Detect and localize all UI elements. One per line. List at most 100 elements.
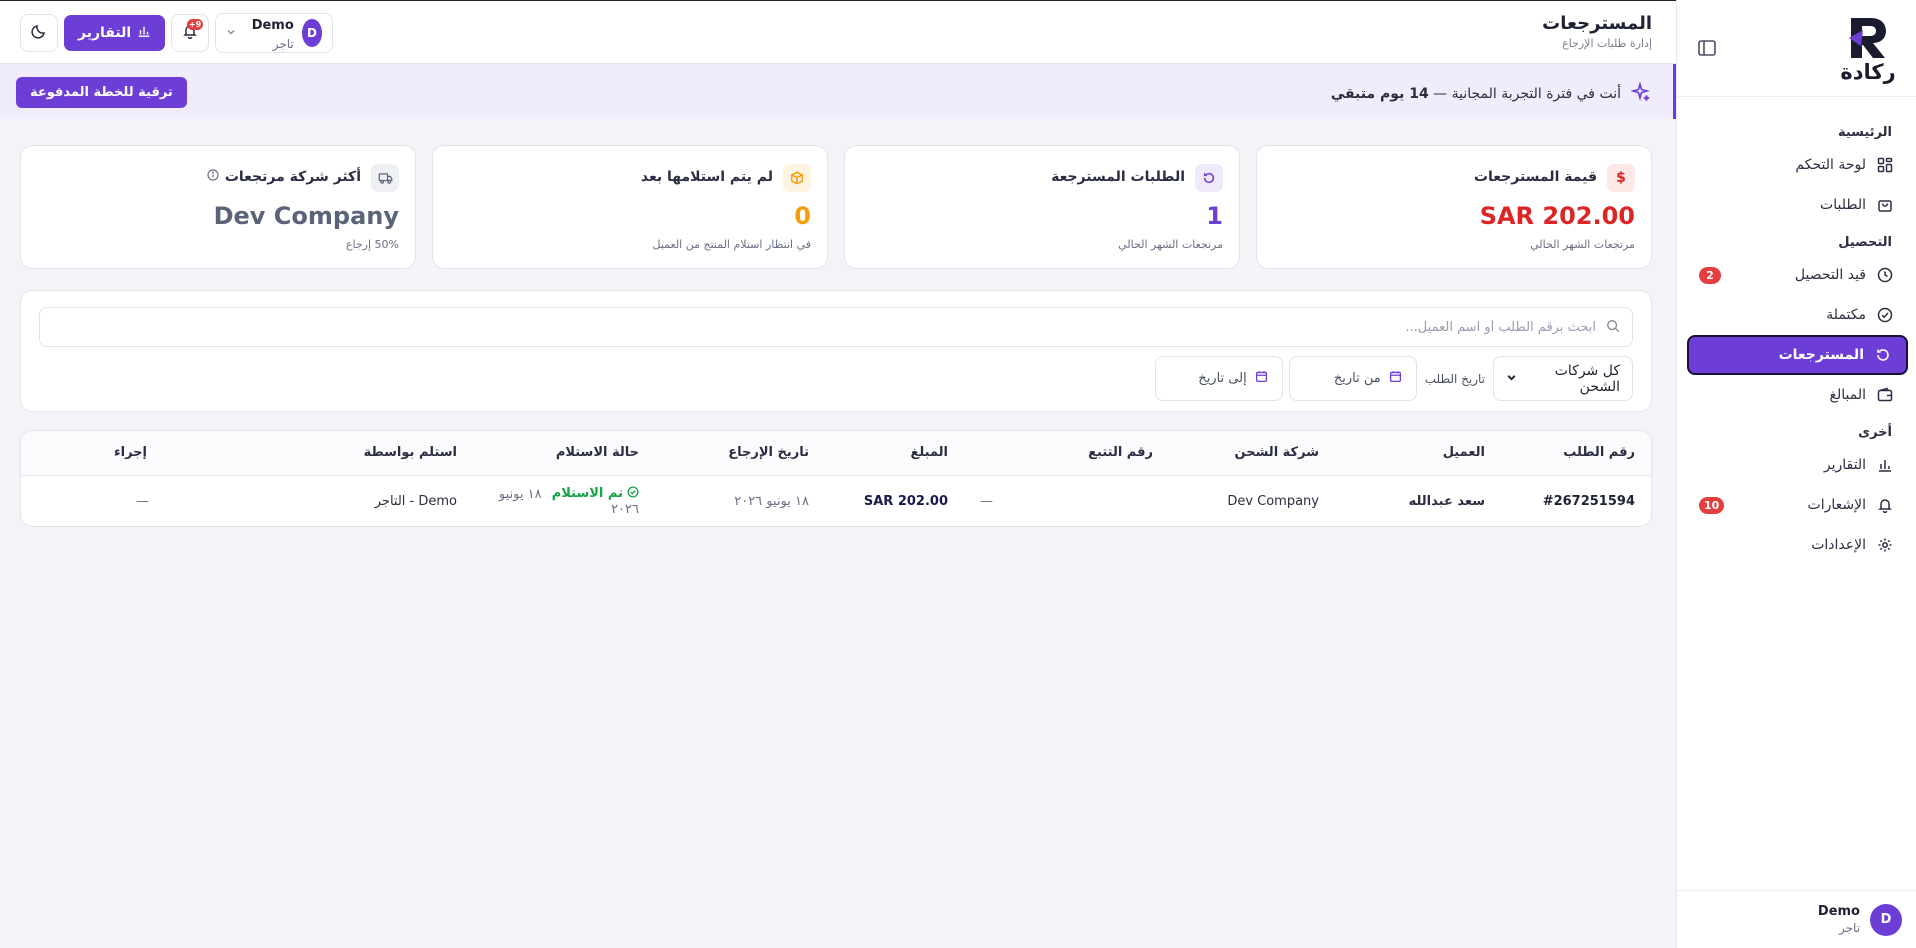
sidebar-item-notifications[interactable]: الإشعارات 10: [1687, 485, 1908, 525]
bell-icon: [1876, 496, 1894, 514]
truck-icon: [371, 164, 399, 192]
col-tracking[interactable]: رقم التتبع: [964, 431, 1169, 476]
notifications-button[interactable]: 9+: [171, 14, 210, 52]
sidebar-item-label: لوحة التحكم: [1795, 157, 1866, 173]
info-icon[interactable]: [207, 169, 219, 185]
count-badge: 10: [1699, 497, 1725, 514]
reports-button[interactable]: التقارير: [64, 15, 166, 51]
sidebar-item-label: مكتملة: [1826, 307, 1866, 323]
col-order-id[interactable]: رقم الطلب: [1501, 431, 1651, 476]
carrier-cell: Dev Company: [1227, 493, 1319, 509]
stat-subtext: 50% إرجاع: [345, 238, 399, 251]
dollar-icon: $: [1607, 164, 1635, 192]
notification-badge: 9+: [186, 19, 204, 30]
status-badge: تم الاستلام: [552, 486, 639, 502]
col-action: إجراء: [21, 431, 163, 476]
trial-banner: أنت في فترة التجربة المجانية — 14 يوم مت…: [0, 64, 1676, 119]
stat-label: أكثر شركة مرتجعات: [207, 169, 361, 185]
moon-icon: [31, 23, 47, 43]
page-title: المسترجعات: [1542, 13, 1652, 34]
user-role: تاجر: [272, 37, 294, 51]
filter-row: كل شركات الشحن تاريخ الطلب من تاريخ إلى …: [1154, 356, 1633, 401]
user-name: Demo: [251, 18, 294, 33]
from-date-placeholder: من تاريخ: [1333, 371, 1381, 386]
theme-toggle-button[interactable]: [20, 14, 58, 52]
sidebar-item-completed[interactable]: مكتملة: [1687, 295, 1908, 335]
trial-days: 14 يوم متبقي: [1330, 86, 1429, 102]
chevron-down-icon: [226, 27, 236, 40]
col-amount[interactable]: المبلغ: [825, 431, 964, 476]
trial-message: أنت في فترة التجربة المجانية — 14 يوم مت…: [1330, 80, 1651, 106]
stat-subtext: مرتجعات الشهر الحالي: [1530, 238, 1635, 251]
topbar-actions: التقارير 9+ D Demo تاجر: [20, 13, 334, 53]
carrier-select[interactable]: كل شركات الشحن: [1493, 356, 1633, 401]
to-date-placeholder: إلى تاريخ: [1198, 371, 1247, 386]
user-info: Demo تاجر: [244, 14, 294, 52]
return-date-cell: ١٨ يونيو ٢٠٢٦: [734, 493, 809, 509]
sidebar-item-label: المبالغ: [1829, 387, 1866, 403]
upgrade-button[interactable]: ترقية للخطة المدفوعة: [16, 77, 187, 108]
sidebar-header: ركادة: [1677, 0, 1916, 97]
col-customer[interactable]: العميل: [1335, 431, 1501, 476]
stat-card-not-received: لم يتم استلامها بعد 0 في انتظار استلام ا…: [432, 145, 828, 269]
table-row[interactable]: #267251594 سعد عبدالله Dev Company — SAR…: [21, 475, 1651, 526]
status-text: تم الاستلام: [551, 486, 623, 502]
order-id-cell[interactable]: #267251594: [1501, 475, 1651, 526]
customer-cell: سعد عبدالله: [1408, 493, 1485, 509]
nav-section-title: الرئيسية: [1837, 125, 1892, 140]
receipt-status-cell: تم الاستلام ١٨ يونيو ٢٠٢٦: [473, 475, 655, 526]
page-subtitle: إدارة طلبات الإرجاع: [1562, 37, 1652, 50]
order-date-label: تاريخ الطلب: [1424, 371, 1485, 386]
sidebar-item-label: الإشعارات: [1807, 497, 1866, 513]
action-cell: —: [136, 493, 149, 509]
user-info: Demo تاجر: [1818, 904, 1860, 935]
sidebar: ركادة الرئيسية لوحة التحكم الطلبات التحص…: [1676, 0, 1916, 948]
sidebar-user[interactable]: D Demo تاجر: [1677, 890, 1916, 948]
sidebar-item-settings[interactable]: الإعدادات: [1687, 525, 1908, 565]
col-received-by[interactable]: استلم بواسطة: [163, 431, 473, 476]
logo-mark-icon: [1845, 16, 1891, 60]
brand-logo[interactable]: ركادة: [1836, 16, 1900, 84]
stat-card-top-carrier: أكثر شركة مرتجعات Dev Company 50% إرجاع: [20, 145, 416, 269]
sidebar-item-returns[interactable]: المسترجعات: [1687, 335, 1908, 375]
bar-chart-icon: [137, 24, 151, 42]
undo-icon: [1874, 346, 1892, 364]
sidebar-item-reports[interactable]: التقارير: [1687, 445, 1908, 485]
tracking-cell: —: [980, 493, 993, 509]
stat-value: Dev Company: [213, 202, 399, 230]
sidebar-item-dashboard[interactable]: لوحة التحكم: [1687, 145, 1908, 185]
avatar: D: [1870, 903, 1902, 936]
search-input[interactable]: [40, 309, 1606, 345]
calendar-icon: [1389, 370, 1402, 387]
gear-icon: [1876, 536, 1894, 554]
chevron-down-icon: [1506, 371, 1517, 387]
stat-label: الطلبات المسترجعة: [1051, 169, 1185, 185]
sidebar-item-label: الإعدادات: [1811, 537, 1866, 553]
reports-button-label: التقارير: [78, 25, 132, 41]
sidebar-toggle-icon[interactable]: [1697, 38, 1717, 58]
check-circle-icon: [1876, 306, 1894, 324]
user-name: Demo: [1817, 904, 1860, 919]
sidebar-item-label: التقارير: [1823, 457, 1866, 473]
count-badge: 2: [1699, 267, 1721, 284]
from-date-input[interactable]: من تاريخ: [1288, 356, 1417, 401]
check-circle-icon: [627, 486, 639, 502]
wallet-icon: [1876, 386, 1894, 404]
returns-table: رقم الطلب العميل شركة الشحن رقم التتبع ا…: [21, 431, 1651, 526]
to-date-input[interactable]: إلى تاريخ: [1154, 356, 1283, 401]
nav-section-title: أخرى: [1858, 425, 1892, 440]
user-menu[interactable]: D Demo تاجر: [215, 13, 334, 53]
brand-name: ركادة: [1840, 60, 1896, 84]
sidebar-item-orders[interactable]: الطلبات: [1687, 185, 1908, 225]
calendar-icon: [1255, 370, 1268, 387]
sidebar-item-label: قيد التحصيل: [1794, 267, 1866, 283]
col-receipt-status[interactable]: حالة الاستلام: [473, 431, 655, 476]
stat-label: لم يتم استلامها بعد: [640, 169, 773, 185]
sidebar-item-pending-collection[interactable]: قيد التحصيل 2: [1687, 255, 1908, 295]
search-box: [39, 307, 1633, 347]
stat-card-returned-orders: الطلبات المسترجعة 1 مرتجعات الشهر الحالي: [844, 145, 1240, 269]
col-return-date[interactable]: تاريخ الإرجاع: [655, 431, 825, 476]
col-carrier[interactable]: شركة الشحن: [1169, 431, 1335, 476]
sidebar-item-label: الطلبات: [1820, 197, 1866, 213]
sidebar-item-amounts[interactable]: المبالغ: [1687, 375, 1908, 415]
